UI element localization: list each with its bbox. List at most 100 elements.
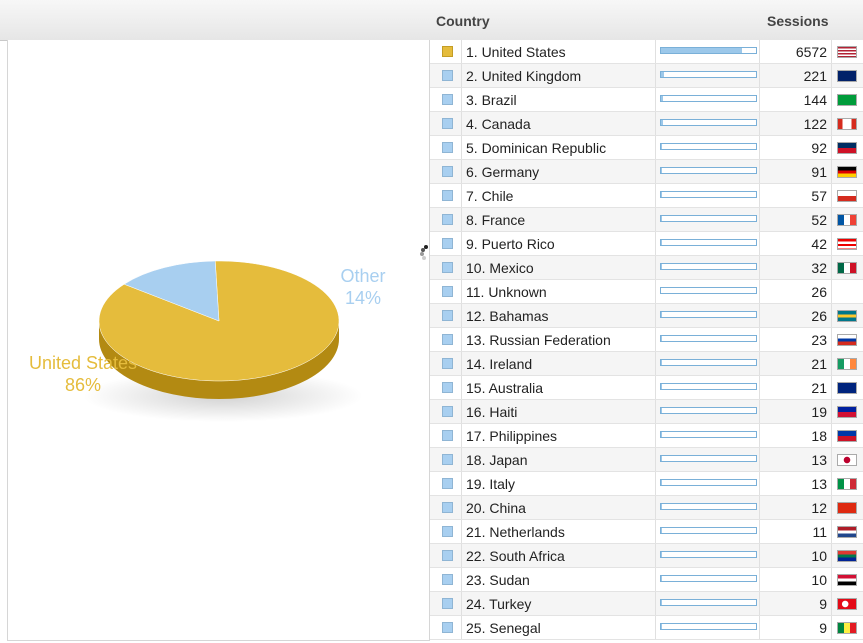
country-name[interactable]: 16. Haiti: [466, 404, 517, 420]
country-name[interactable]: 10. Mexico: [466, 260, 534, 276]
table-row[interactable]: 9. Puerto Rico 42: [430, 232, 863, 256]
table-row[interactable]: 25. Senegal 9: [430, 616, 863, 640]
table-row[interactable]: 8. France 52: [430, 208, 863, 232]
country-name[interactable]: 13. Russian Federation: [466, 332, 611, 348]
table-row[interactable]: 23. Sudan 10: [430, 568, 863, 592]
country-cell: 19. Italy: [462, 472, 656, 495]
table-row[interactable]: 1. United States 6572: [430, 40, 863, 64]
country-name[interactable]: 25. Senegal: [466, 620, 541, 636]
table-row[interactable]: 5. Dominican Republic 92: [430, 136, 863, 160]
series-color-swatch[interactable]: [442, 46, 453, 57]
country-name[interactable]: 5. Dominican Republic: [466, 140, 606, 156]
series-color-swatch[interactable]: [442, 262, 453, 273]
table-row[interactable]: 15. Australia 21: [430, 376, 863, 400]
series-color-swatch[interactable]: [442, 334, 453, 345]
series-color-swatch[interactable]: [442, 118, 453, 129]
series-color-swatch[interactable]: [442, 142, 453, 153]
country-name[interactable]: 15. Australia: [466, 380, 543, 396]
flag-mx-icon: [837, 262, 857, 274]
country-name[interactable]: 19. Italy: [466, 476, 515, 492]
flag-ht-icon: [837, 406, 857, 418]
table-row[interactable]: 7. Chile 57: [430, 184, 863, 208]
sessions-cell: 42: [760, 232, 832, 255]
bar-cell: [656, 448, 760, 471]
series-color-swatch[interactable]: [442, 574, 453, 585]
series-color-swatch[interactable]: [442, 502, 453, 513]
series-color-swatch[interactable]: [442, 454, 453, 465]
series-color-swatch[interactable]: [442, 358, 453, 369]
series-color-swatch[interactable]: [442, 70, 453, 81]
flag-cell: [832, 280, 863, 303]
pie-chart[interactable]: [8, 40, 429, 640]
flag-ca-icon: [837, 118, 857, 130]
sessions-bar: [660, 575, 757, 582]
country-name[interactable]: 4. Canada: [466, 116, 531, 132]
table-row[interactable]: 3. Brazil 144: [430, 88, 863, 112]
series-color-swatch[interactable]: [442, 406, 453, 417]
series-color-swatch[interactable]: [442, 214, 453, 225]
table-row[interactable]: 13. Russian Federation 23: [430, 328, 863, 352]
series-color-swatch[interactable]: [442, 478, 453, 489]
table-row[interactable]: 21. Netherlands 11: [430, 520, 863, 544]
series-color-swatch[interactable]: [442, 598, 453, 609]
country-name[interactable]: 12. Bahamas: [466, 308, 549, 324]
table-row[interactable]: 12. Bahamas 26: [430, 304, 863, 328]
country-name[interactable]: 2. United Kingdom: [466, 68, 581, 84]
country-name[interactable]: 17. Philippines: [466, 428, 557, 444]
series-color-swatch[interactable]: [442, 430, 453, 441]
series-color-swatch[interactable]: [442, 238, 453, 249]
country-name[interactable]: 9. Puerto Rico: [466, 236, 555, 252]
table-row[interactable]: 19. Italy 13: [430, 472, 863, 496]
row-color-cell: [430, 160, 462, 183]
country-name[interactable]: 23. Sudan: [466, 572, 530, 588]
table-row[interactable]: 17. Philippines 18: [430, 424, 863, 448]
series-color-swatch[interactable]: [442, 382, 453, 393]
table-row[interactable]: 11. Unknown 26: [430, 280, 863, 304]
table-row[interactable]: 20. China 12: [430, 496, 863, 520]
country-name[interactable]: 6. Germany: [466, 164, 539, 180]
pie-label-us-name: United States: [28, 353, 138, 373]
table-row[interactable]: 24. Turkey 9: [430, 592, 863, 616]
country-name[interactable]: 14. Ireland: [466, 356, 532, 372]
sessions-cell: 26: [760, 280, 832, 303]
country-cell: 25. Senegal: [462, 616, 656, 639]
row-color-cell: [430, 88, 462, 111]
sessions-cell: 6572: [760, 40, 832, 63]
table-row[interactable]: 10. Mexico 32: [430, 256, 863, 280]
country-cell: 22. South Africa: [462, 544, 656, 567]
table-row[interactable]: 14. Ireland 21: [430, 352, 863, 376]
country-name[interactable]: 8. France: [466, 212, 525, 228]
country-name[interactable]: 3. Brazil: [466, 92, 517, 108]
table-row[interactable]: 4. Canada 122: [430, 112, 863, 136]
table-row[interactable]: 16. Haiti 19: [430, 400, 863, 424]
country-name[interactable]: 11. Unknown: [466, 284, 547, 300]
country-column-header[interactable]: Country: [436, 13, 490, 29]
series-color-swatch[interactable]: [442, 550, 453, 561]
country-name[interactable]: 18. Japan: [466, 452, 528, 468]
country-cell: 18. Japan: [462, 448, 656, 471]
table-row[interactable]: 2. United Kingdom 221: [430, 64, 863, 88]
table-row[interactable]: 22. South Africa 10: [430, 544, 863, 568]
table-row[interactable]: 18. Japan 13: [430, 448, 863, 472]
flag-cell: [832, 112, 863, 135]
flag-cell: [832, 520, 863, 543]
table-row[interactable]: 6. Germany 91: [430, 160, 863, 184]
series-color-swatch[interactable]: [442, 190, 453, 201]
country-name[interactable]: 21. Netherlands: [466, 524, 565, 540]
country-name[interactable]: 22. South Africa: [466, 548, 565, 564]
series-color-swatch[interactable]: [442, 310, 453, 321]
series-color-swatch[interactable]: [442, 622, 453, 633]
series-color-swatch[interactable]: [442, 286, 453, 297]
sessions-column-header[interactable]: Sessions: [767, 13, 828, 29]
row-color-cell: [430, 328, 462, 351]
country-name[interactable]: 24. Turkey: [466, 596, 531, 612]
country-name[interactable]: 1. United States: [466, 44, 566, 60]
series-color-swatch[interactable]: [442, 166, 453, 177]
sessions-value: 6572: [795, 44, 827, 60]
country-name[interactable]: 7. Chile: [466, 188, 513, 204]
flag-it-icon: [837, 478, 857, 490]
country-name[interactable]: 20. China: [466, 500, 526, 516]
series-color-swatch[interactable]: [442, 526, 453, 537]
series-color-swatch[interactable]: [442, 94, 453, 105]
sessions-value: 11: [812, 524, 827, 540]
